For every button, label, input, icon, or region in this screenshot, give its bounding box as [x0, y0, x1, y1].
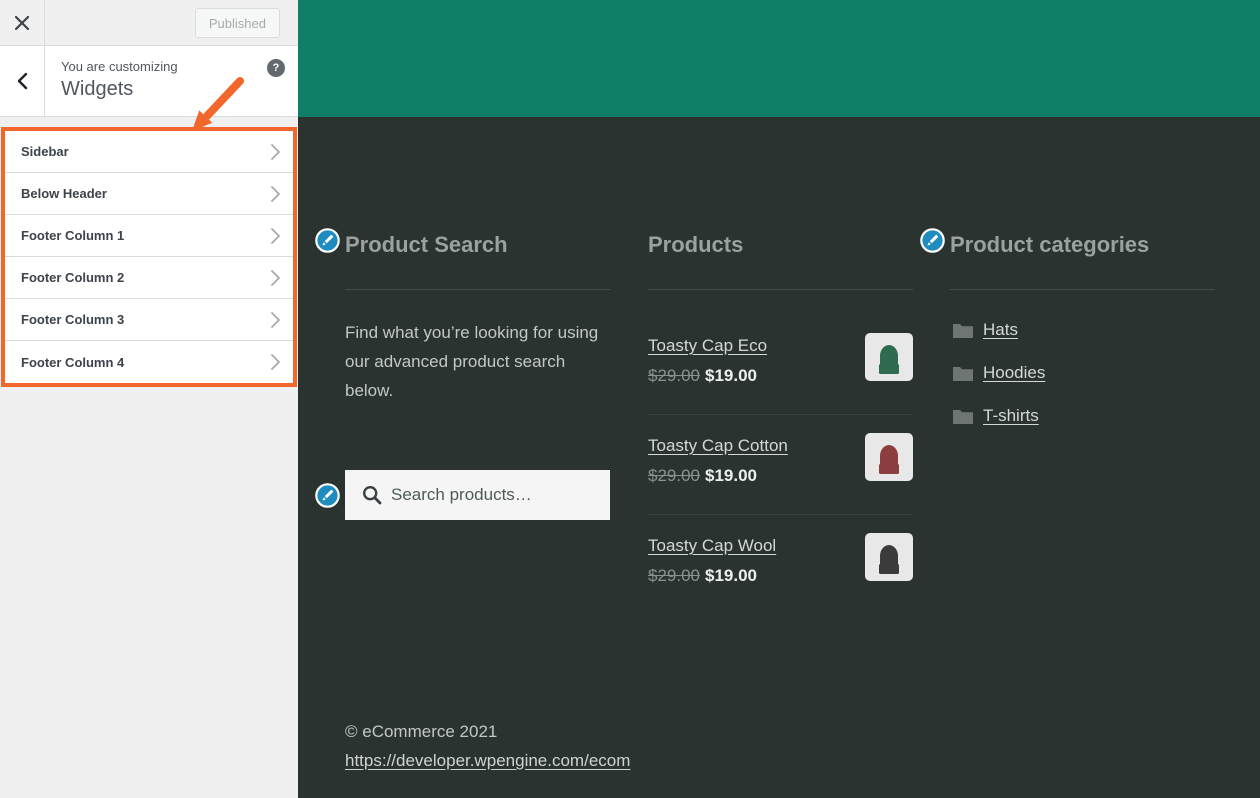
chevron-left-icon [15, 71, 29, 91]
close-customizer-button[interactable] [0, 0, 45, 45]
widget-title-text: Products [648, 232, 743, 257]
category-item: Hoodies [950, 361, 1215, 385]
folder-icon [953, 408, 973, 424]
product-row: Toasty Cap Wool $29.00 $19.00 [648, 533, 913, 614]
regular-price: $29.00 [648, 566, 700, 585]
product-thumbnail[interactable] [865, 433, 913, 481]
customizer-section-header: You are customizing Widgets ? [0, 46, 298, 117]
pencil-edit-icon [315, 483, 340, 508]
widget-area-item-below-header[interactable]: Below Header [5, 173, 293, 215]
product-price: $29.00 $19.00 [648, 366, 767, 386]
product-thumbnail[interactable] [865, 333, 913, 381]
site-preview: Product Search Find what you’re looking … [298, 0, 1260, 798]
customizing-context-label: You are customizing [61, 59, 178, 74]
sale-price: $19.00 [705, 466, 757, 485]
footer-column-3-widget: Product categories Hats Hoodies T-shirts [950, 230, 1215, 447]
widget-area-item-sidebar[interactable]: Sidebar [5, 131, 293, 173]
product-link[interactable]: Toasty Cap Wool [648, 535, 776, 557]
widget-areas-list: Sidebar Below Header Footer Column 1 Foo… [1, 127, 297, 387]
back-button[interactable] [0, 46, 45, 116]
help-button[interactable]: ? [267, 59, 285, 77]
customizer-panel: Published You are customizing Widgets ? … [0, 0, 298, 798]
sale-price: $19.00 [705, 366, 757, 385]
widget-area-label: Footer Column 3 [21, 312, 124, 327]
product-row: Toasty Cap Cotton $29.00 $19.00 [648, 433, 913, 515]
product-link[interactable]: Toasty Cap Cotton [648, 435, 788, 457]
product-search-title: Product Search [345, 230, 610, 290]
product-categories-title: Product categories [950, 230, 1215, 290]
widget-area-label: Footer Column 2 [21, 270, 124, 285]
footer-column-1-widget: Product Search Find what you’re looking … [345, 230, 610, 520]
category-link[interactable]: T-shirts [983, 406, 1039, 426]
widget-area-item-footer-column-2[interactable]: Footer Column 2 [5, 257, 293, 299]
search-products-input[interactable] [345, 470, 610, 520]
widget-area-label: Below Header [21, 186, 107, 201]
customizer-topbar: Published [0, 0, 298, 46]
product-info: Toasty Cap Wool $29.00 $19.00 [648, 533, 776, 586]
widget-area-label: Footer Column 4 [21, 355, 124, 370]
chevron-right-icon [269, 269, 281, 287]
edit-search-form-button[interactable] [315, 483, 340, 508]
beanie-cap-image [875, 443, 903, 477]
beanie-cap-image [875, 543, 903, 577]
widget-title-text: Product categories [950, 232, 1149, 257]
regular-price: $29.00 [648, 366, 700, 385]
sale-price: $19.00 [705, 566, 757, 585]
edit-product-search-button[interactable] [315, 228, 340, 253]
category-link[interactable]: Hats [983, 320, 1018, 340]
widget-area-item-footer-column-1[interactable]: Footer Column 1 [5, 215, 293, 257]
chevron-right-icon [269, 353, 281, 371]
product-info: Toasty Cap Cotton $29.00 $19.00 [648, 433, 788, 486]
product-link[interactable]: Toasty Cap Eco [648, 335, 767, 357]
search-icon [362, 485, 382, 505]
product-price: $29.00 $19.00 [648, 466, 788, 486]
product-search-form [345, 470, 610, 520]
site-header-band [298, 0, 1260, 117]
pencil-edit-icon [315, 228, 340, 253]
products-title: Products [648, 230, 913, 290]
category-item: T-shirts [950, 404, 1215, 428]
copyright-text: © eCommerce 2021 [345, 717, 630, 746]
folder-icon [953, 365, 973, 381]
product-search-description: Find what you’re looking for using our a… [345, 318, 610, 405]
product-info: Toasty Cap Eco $29.00 $19.00 [648, 333, 767, 386]
chevron-right-icon [269, 143, 281, 161]
widget-title-text: Product Search [345, 232, 508, 257]
edit-product-categories-button[interactable] [920, 228, 945, 253]
widget-area-item-footer-column-4[interactable]: Footer Column 4 [5, 341, 293, 383]
customizing-meta: You are customizing Widgets [45, 46, 178, 116]
site-footer-link[interactable]: https://developer.wpengine.com/ecom [345, 751, 630, 770]
chevron-right-icon [269, 311, 281, 329]
widget-area-item-footer-column-3[interactable]: Footer Column 3 [5, 299, 293, 341]
regular-price: $29.00 [648, 466, 700, 485]
close-icon [15, 16, 29, 30]
widget-area-label: Footer Column 1 [21, 228, 124, 243]
chevron-right-icon [269, 227, 281, 245]
product-price: $29.00 $19.00 [648, 566, 776, 586]
beanie-cap-image [875, 343, 903, 377]
category-link[interactable]: Hoodies [983, 363, 1045, 383]
folder-icon [953, 322, 973, 338]
product-thumbnail[interactable] [865, 533, 913, 581]
published-button[interactable]: Published [195, 8, 280, 38]
category-list: Hats Hoodies T-shirts [950, 318, 1215, 428]
widget-area-label: Sidebar [21, 144, 69, 159]
chevron-right-icon [269, 185, 281, 203]
site-footer-credits: © eCommerce 2021 https://developer.wpeng… [345, 717, 630, 775]
panel-title: Widgets [61, 78, 178, 101]
category-item: Hats [950, 318, 1215, 342]
pencil-edit-icon [920, 228, 945, 253]
footer-column-2-widget: Products Toasty Cap Eco $29.00 $19.00 [648, 230, 913, 614]
product-row: Toasty Cap Eco $29.00 $19.00 [648, 333, 913, 415]
